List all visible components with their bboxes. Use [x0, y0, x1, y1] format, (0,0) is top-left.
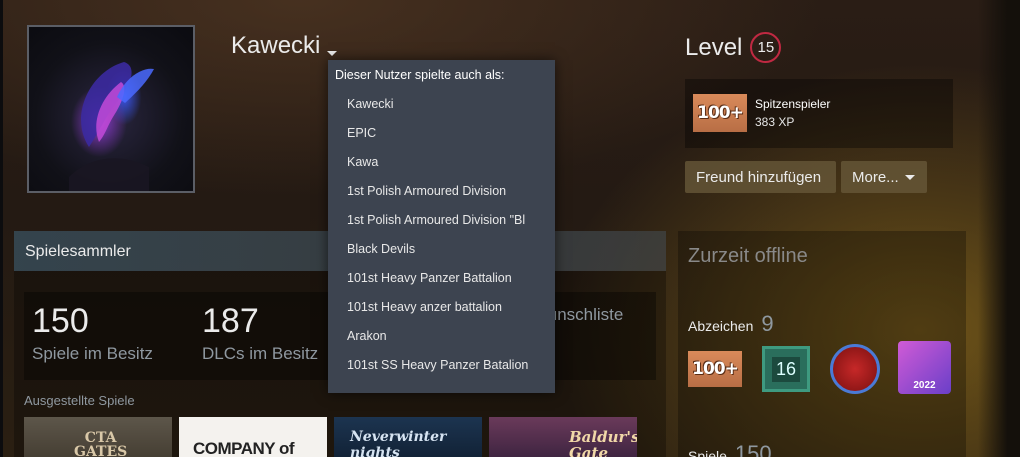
- games-count: 150: [734, 441, 772, 457]
- game-art-title: COMPANY of HEROES 2: [193, 439, 295, 457]
- favorite-badge[interactable]: 100+ Spitzenspieler 383 XP: [685, 79, 953, 148]
- alias-history-dropdown: Dieser Nutzer spielte auch als: Kawecki …: [328, 60, 555, 393]
- alias-item: Arakon: [347, 329, 387, 343]
- featured-game-thumb[interactable]: COMPANY of HEROES 2: [179, 417, 327, 457]
- game-art-title: CTA GATES HELL: [74, 430, 128, 457]
- game-art-title: Baldur's Gate: [569, 428, 637, 457]
- alias-item: Black Devils: [347, 242, 416, 256]
- steam-2022-badge-icon[interactable]: 2022: [898, 341, 951, 394]
- alias-item: 101st Heavy Panzer Battalion: [347, 271, 512, 285]
- alias-item: 1st Polish Armoured Division "Bl: [347, 213, 526, 227]
- badges-link[interactable]: Abzeichen 9: [688, 311, 774, 337]
- profile-right-panel: Zurzeit offline Abzeichen 9 100+ 16 2022…: [678, 231, 966, 457]
- stat-label: Spiele im Besitz: [32, 344, 153, 363]
- alias-item: 1st Polish Armoured Division: [347, 184, 507, 198]
- years-of-service-badge-icon[interactable]: 16: [762, 346, 810, 392]
- favorite-badge-xp: 383 XP: [755, 115, 795, 129]
- alias-item: Kawecki: [347, 97, 394, 111]
- games-label: Spiele: [688, 448, 727, 457]
- persona-name: Kawecki: [231, 32, 321, 59]
- window-edge: [0, 0, 3, 457]
- stat-value: 150: [32, 302, 89, 340]
- level-badge[interactable]: 15: [750, 32, 782, 63]
- add-friend-button[interactable]: Freund hinzufügen: [685, 161, 836, 193]
- window-edge-right: [978, 0, 1020, 457]
- more-button-label: More...: [852, 168, 899, 186]
- games-link[interactable]: Spiele 150: [688, 441, 772, 457]
- stat-value: 187: [202, 302, 259, 340]
- game-art-title: Neverwinter nights: [350, 429, 447, 457]
- stat-games-owned[interactable]: 150 Spiele im Besitz: [32, 302, 153, 364]
- featured-game-thumb[interactable]: CTA GATES HELL: [24, 417, 172, 457]
- online-status: Zurzeit offline: [688, 245, 808, 267]
- chevron-down-icon: [327, 51, 338, 56]
- level-label: Level: [685, 33, 743, 61]
- badge-100-icon: 100+: [693, 94, 747, 132]
- badges-count: 9: [761, 311, 774, 336]
- badge-100-icon[interactable]: 100+: [688, 351, 742, 387]
- favorite-badge-name: Spitzenspieler: [755, 97, 831, 111]
- seal-badge-icon[interactable]: [830, 344, 880, 394]
- more-button[interactable]: More...: [841, 161, 927, 193]
- alias-item: 101st Heavy anzer battalion: [347, 300, 502, 314]
- alias-item: 101st SS Heavy Panzer Batalion: [347, 358, 529, 372]
- persona-name-dropdown[interactable]: Kawecki: [231, 32, 338, 60]
- avatar-image: [29, 27, 193, 191]
- stat-dlcs-owned[interactable]: 187 DLCs im Besitz: [202, 302, 318, 364]
- alias-item: EPIC: [347, 126, 377, 140]
- stat-label: DLCs im Besitz: [202, 344, 319, 363]
- alias-dropdown-header: Dieser Nutzer spielte auch als:: [335, 68, 505, 82]
- chevron-down-icon: [904, 174, 915, 180]
- featured-games-label: Ausgestellte Spiele: [24, 393, 135, 408]
- profile-level: Level 15: [685, 32, 782, 63]
- badges-label: Abzeichen: [688, 318, 754, 334]
- featured-game-thumb[interactable]: Baldur's Gate: [489, 417, 637, 457]
- featured-game-thumb[interactable]: Neverwinter nights: [334, 417, 482, 457]
- avatar[interactable]: [27, 25, 195, 193]
- alias-item: Kawa: [347, 155, 379, 169]
